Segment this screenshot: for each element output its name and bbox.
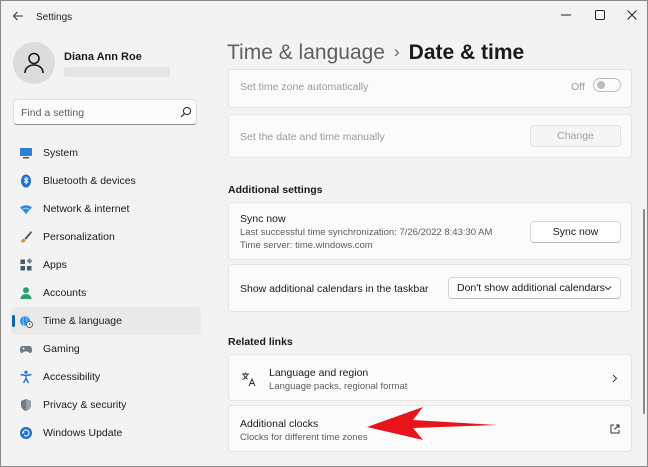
- sidebar-nav: System Bluetooth & devices Network & int…: [11, 139, 201, 447]
- calendars-dropdown-value: Don't show additional calendars: [457, 282, 605, 294]
- person-icon: [20, 287, 32, 299]
- sidebar-item-windows-update[interactable]: Windows Update: [11, 419, 201, 447]
- sidebar-item-label: Privacy & security: [43, 399, 127, 411]
- sidebar-item-label: Network & internet: [43, 203, 130, 215]
- shield-icon: [21, 399, 31, 411]
- auto-timezone-label: Set time zone automatically: [240, 81, 369, 93]
- app-title: Settings: [36, 12, 73, 23]
- accessibility-icon: [20, 370, 32, 384]
- red-arrow-annotation: [367, 407, 497, 440]
- sidebar-item-time-language[interactable]: Time & language: [11, 307, 201, 335]
- auto-timezone-card: Set time zone automatically Off: [228, 69, 632, 108]
- close-icon: [627, 10, 637, 20]
- chevron-down-icon: [604, 286, 612, 291]
- sidebar-item-label: Time & language: [43, 315, 122, 327]
- sidebar-item-label: Bluetooth & devices: [43, 175, 136, 187]
- manual-time-card: Set the date and time manually Change: [228, 114, 632, 158]
- monitor-icon: [20, 148, 32, 159]
- calendars-dropdown[interactable]: Don't show additional calendars: [448, 277, 621, 299]
- close-button[interactable]: [615, 5, 647, 27]
- avatar[interactable]: [13, 42, 55, 84]
- bluetooth-icon: [21, 174, 31, 188]
- settings-window: Settings Diana Ann Roe System: [0, 0, 648, 467]
- globe-clock-icon: [20, 315, 33, 328]
- language-region-title: Language and region: [269, 367, 369, 379]
- user-icon: [24, 52, 44, 74]
- language-icon: [242, 372, 256, 387]
- back-button[interactable]: [9, 9, 27, 27]
- sidebar-item-apps[interactable]: Apps: [11, 251, 201, 279]
- calendars-card: Show additional calendars in the taskbar…: [228, 264, 632, 312]
- update-icon: [20, 427, 32, 439]
- calendars-label: Show additional calendars in the taskbar: [240, 283, 429, 295]
- scrollbar[interactable]: [643, 209, 645, 414]
- sidebar-item-gaming[interactable]: Gaming: [11, 335, 201, 363]
- sidebar-item-label: Gaming: [43, 343, 80, 355]
- last-sync-text: Last successful time synchronization: 7/…: [240, 227, 493, 238]
- search-input[interactable]: [21, 105, 171, 120]
- sidebar-item-accounts[interactable]: Accounts: [11, 279, 201, 307]
- sidebar-item-label: Personalization: [43, 231, 115, 243]
- page-title: Date & time: [408, 41, 525, 64]
- sidebar-item-label: Apps: [43, 259, 67, 271]
- breadcrumb-separator: ›: [393, 42, 400, 61]
- sidebar-item-network[interactable]: Network & internet: [11, 195, 201, 223]
- apps-icon: [20, 258, 33, 271]
- wifi-icon: [20, 205, 32, 214]
- sidebar-item-label: Windows Update: [43, 427, 123, 439]
- minimize-icon: [561, 14, 571, 16]
- time-server-text: Time server: time.windows.com: [240, 240, 373, 251]
- change-button[interactable]: Change: [530, 125, 621, 147]
- search-box[interactable]: [13, 99, 197, 125]
- brush-icon: [21, 231, 32, 243]
- sidebar-item-privacy[interactable]: Privacy & security: [11, 391, 201, 419]
- manual-time-label: Set the date and time manually: [240, 131, 385, 143]
- additional-clocks-sub: Clocks for different time zones: [240, 432, 368, 443]
- breadcrumb-parent[interactable]: Time & language: [227, 41, 385, 64]
- breadcrumb: Time & language › Date & time: [227, 41, 524, 65]
- sidebar-item-bluetooth[interactable]: Bluetooth & devices: [11, 167, 201, 195]
- sidebar-item-label: Accounts: [43, 287, 87, 299]
- back-arrow-icon: [12, 11, 23, 21]
- search-icon: [180, 106, 192, 118]
- minimize-button[interactable]: [549, 5, 583, 27]
- maximize-icon: [595, 10, 605, 20]
- gamepad-icon: [20, 346, 32, 353]
- toggle-state: Off: [571, 81, 585, 93]
- sidebar-item-personalization[interactable]: Personalization: [11, 223, 201, 251]
- additional-clocks-title: Additional clocks: [240, 418, 319, 430]
- related-links-heading: Related links: [228, 336, 293, 348]
- external-link-icon: [610, 424, 620, 434]
- user-name: Diana Ann Roe: [64, 51, 142, 63]
- language-region-link[interactable]: Language and region Language packs, regi…: [228, 354, 632, 401]
- sidebar-item-accessibility[interactable]: Accessibility: [11, 363, 201, 391]
- title-bar: Settings: [1, 1, 647, 35]
- user-email-redacted: [64, 67, 170, 77]
- sync-title: Sync now: [240, 213, 286, 225]
- language-region-sub: Language packs, regional format: [269, 381, 408, 392]
- sidebar-item-label: System: [43, 147, 79, 159]
- additional-settings-heading: Additional settings: [228, 184, 323, 196]
- maximize-button[interactable]: [583, 5, 617, 27]
- sidebar-item-system[interactable]: System: [11, 139, 201, 167]
- auto-timezone-toggle[interactable]: [593, 78, 621, 92]
- sync-card: Sync now Last successful time synchroniz…: [228, 202, 632, 260]
- sidebar-item-label: Accessibility: [43, 371, 101, 383]
- sync-now-button[interactable]: Sync now: [530, 221, 621, 243]
- chevron-right-icon: [612, 374, 618, 383]
